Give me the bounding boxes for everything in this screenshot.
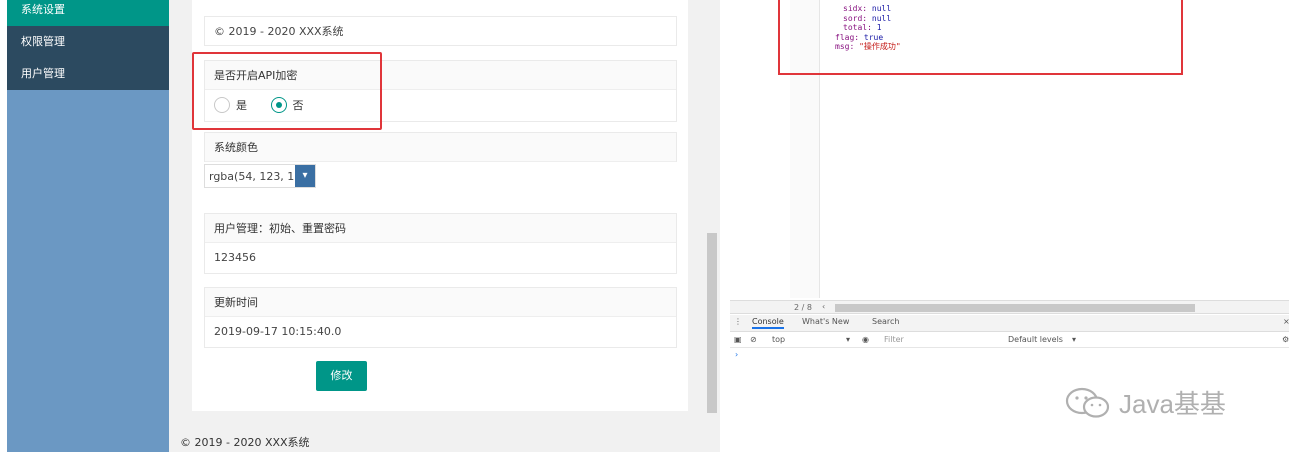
system-color-label: 系统颜色 [205, 133, 676, 162]
sidebar-item-permissions[interactable]: 权限管理 [7, 26, 169, 58]
copyright-value[interactable]: © 2019 - 2020 XXX系统 [205, 17, 676, 47]
devtools-tabs: ⋮ Console What's New Search × [730, 315, 1289, 331]
chevron-down-icon[interactable]: ▾ [1072, 335, 1076, 344]
copyright-field: © 2019 - 2020 XXX系统 [204, 16, 677, 46]
color-picker[interactable]: rgba(54, 123, 18 ▾ [204, 164, 316, 188]
color-value: rgba(54, 123, 18 [209, 169, 295, 183]
tab-console[interactable]: Console [752, 317, 784, 329]
hscroll-thumb[interactable] [835, 304, 1195, 312]
sidebar-item-system-settings[interactable]: 系统设置 [7, 0, 169, 26]
update-time-group: 更新时间 2019-09-17 10:15:40.0 [204, 287, 677, 348]
eye-icon[interactable]: ◉ [862, 335, 869, 344]
console-prompt[interactable]: › [735, 350, 738, 359]
position-indicator: 2 / 8 [794, 303, 812, 312]
watermark-text: Java基基 [1119, 389, 1226, 419]
submit-button[interactable]: 修改 [316, 361, 367, 391]
watermark: Java基基 [1063, 384, 1226, 421]
chevron-down-icon[interactable]: ▾ [295, 165, 315, 187]
tab-whats-new[interactable]: What's New [802, 317, 849, 326]
response-highlight-box [778, 0, 1183, 75]
api-encrypt-highlight-box [192, 52, 382, 130]
context-select[interactable]: top [772, 335, 785, 344]
log-levels-select[interactable]: Default levels [1008, 335, 1063, 344]
tab-search[interactable]: Search [872, 317, 899, 326]
password-input[interactable]: 123456 [205, 243, 676, 273]
user-mgmt-group: 用户管理：初始、重置密码 123456 [204, 213, 677, 274]
menu-icon[interactable]: ⋮ [734, 317, 742, 326]
system-color-header: 系统颜色 [204, 132, 677, 162]
screenshot-root: 系统设置 权限管理 用户管理 © 2019 - 2020 XXX系统 是否开启A… [0, 0, 1289, 452]
clear-console-icon[interactable]: ⊘ [750, 335, 757, 344]
user-mgmt-label: 用户管理：初始、重置密码 [205, 214, 676, 243]
wechat-logo-icon [1065, 387, 1110, 418]
update-time-value[interactable]: 2019-09-17 10:15:40.0 [205, 317, 676, 347]
chevron-down-icon[interactable]: ▾ [846, 335, 850, 344]
sidebar-item-users[interactable]: 用户管理 [7, 58, 169, 90]
page-scrollbar[interactable] [706, 0, 718, 420]
sidebar: 系统设置 权限管理 用户管理 [7, 0, 169, 452]
sidebar-toggle-icon[interactable]: ▣ [734, 335, 742, 344]
filter-input[interactable]: Filter [884, 335, 904, 344]
scrollbar-thumb[interactable] [707, 233, 717, 413]
gear-icon[interactable]: ⚙ [1282, 335, 1289, 344]
update-time-label: 更新时间 [205, 288, 676, 317]
console-toolbar: ▣ ⊘ top ▾ ◉ Filter Default levels ▾ ⚙ [730, 331, 1289, 348]
page-footer: © 2019 - 2020 XXX系统 [180, 436, 310, 449]
chevron-left-icon[interactable]: ‹ [822, 302, 825, 311]
close-icon[interactable]: × [1283, 317, 1289, 326]
horizontal-scrollbar[interactable]: 2 / 8 ‹ [730, 300, 1289, 314]
system-color-field: rgba(54, 123, 18 ▾ [204, 164, 316, 188]
